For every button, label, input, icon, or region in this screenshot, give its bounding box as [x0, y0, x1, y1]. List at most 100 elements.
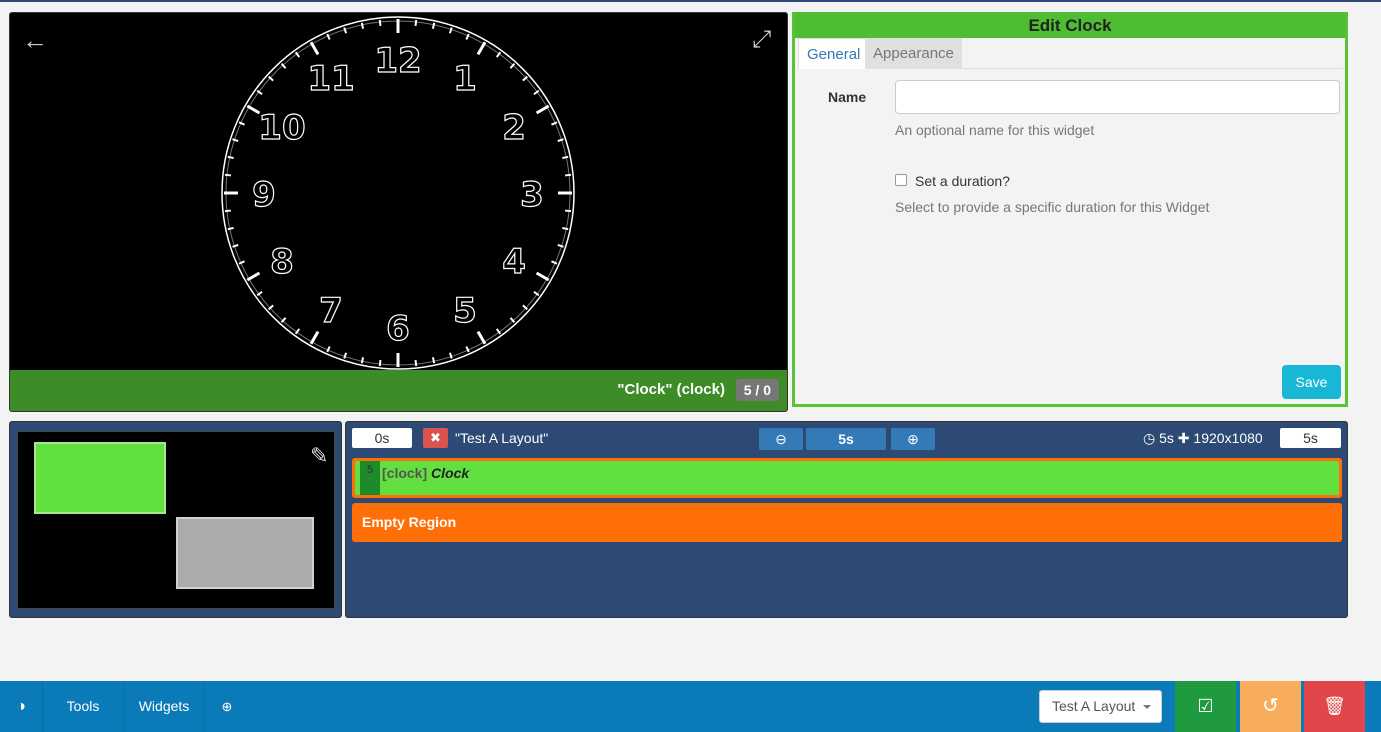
clock-tick — [224, 209, 232, 213]
clock-tick — [360, 357, 365, 364]
clock-numeral: 8 — [270, 242, 294, 282]
widget-duration: 5 — [360, 461, 380, 495]
clock-tick — [232, 243, 239, 248]
duration-checkbox[interactable] — [895, 174, 907, 186]
clock-tick — [564, 209, 572, 213]
save-button[interactable]: Save — [1282, 365, 1341, 399]
undo-icon: ↺ — [1262, 695, 1279, 717]
publish-button[interactable]: ☑ — [1175, 681, 1236, 732]
close-icon: ✖ — [430, 430, 441, 445]
clock-tick — [557, 138, 564, 143]
clock-tick — [535, 104, 550, 115]
clock-tick — [414, 359, 418, 367]
layout-name: "Test A Layout" — [455, 430, 549, 446]
clock-tick — [360, 22, 365, 29]
name-input[interactable] — [895, 80, 1340, 114]
tab-bar: General Appearance — [798, 38, 1343, 69]
clock-tick — [309, 330, 320, 345]
widget-title: [clock] Clock — [382, 465, 469, 481]
clock-tick — [343, 352, 348, 359]
layout-info: ◷ 5s ✚ 1920x1080 — [1143, 430, 1263, 447]
clock-tick — [431, 357, 436, 364]
expand-icon[interactable]: ⤢ — [752, 27, 778, 53]
clock-tick — [378, 359, 382, 367]
clock-tick — [227, 226, 234, 231]
top-accent-line — [0, 0, 1381, 2]
clock-numeral: 12 — [374, 41, 421, 81]
clock-tick — [343, 27, 348, 34]
timeline-region-clock[interactable]: 5 [clock] Clock — [352, 458, 1342, 498]
clock-numeral: 10 — [258, 108, 305, 148]
clock-tick — [476, 41, 487, 56]
timeline-region-empty[interactable]: Empty Region — [352, 503, 1342, 542]
analog-clock-face: 12 12 3 45 6 78 9 1011 — [221, 16, 575, 370]
timeline-start: 0s — [352, 428, 412, 448]
clock-tick — [448, 352, 453, 359]
clock-tick — [562, 155, 569, 160]
revert-button[interactable]: ↺ — [1240, 681, 1301, 732]
widget-name: Clock — [431, 465, 470, 481]
layout-select-value: Test A Layout — [1052, 698, 1136, 714]
clock-tick — [232, 138, 239, 143]
clock-numeral: 2 — [502, 108, 526, 148]
name-help-text: An optional name for this widget — [895, 122, 1095, 138]
clock-numeral: 9 — [252, 175, 276, 215]
duration-help-text: Select to provide a specific duration fo… — [895, 199, 1210, 215]
trash-icon: 🗑 — [1323, 696, 1346, 716]
clock-tick — [227, 155, 234, 160]
delete-layout-button[interactable]: ✖ — [423, 428, 448, 448]
layout-preview: ✎ — [9, 421, 342, 618]
zoom-out-button[interactable]: ⊖ — [759, 428, 803, 450]
clock-tick — [448, 27, 453, 34]
layout-duration: 5s — [1159, 430, 1174, 446]
viewer-footer: "Clock" (clock) 5 / 0 — [10, 370, 787, 411]
timeline-panel: 0s ✖ "Test A Layout" ⊖ 5s ⊕ ◷ 5s ✚ 1920x… — [345, 421, 1348, 618]
clock-numeral: 4 — [502, 242, 526, 282]
edit-icon[interactable]: ✎ — [310, 444, 336, 468]
widget-count-badge: 5 / 0 — [735, 379, 779, 401]
clock-numeral: 3 — [520, 175, 544, 215]
clock-tick — [224, 173, 232, 177]
clock-tick — [414, 19, 418, 27]
clock-numeral: 5 — [453, 291, 477, 331]
zoom-icon[interactable]: ⊕ — [205, 681, 249, 732]
move-icon: ✚ — [1177, 430, 1190, 446]
timeline-scale[interactable]: 5s — [806, 428, 886, 450]
tab-appearance[interactable]: Appearance — [865, 38, 962, 69]
layout-select[interactable]: Test A Layout — [1039, 690, 1162, 723]
zoom-out-icon: ⊖ — [775, 431, 787, 447]
caret-down-icon — [1143, 705, 1151, 709]
zoom-in-icon: ⊕ — [907, 431, 919, 447]
arrow-left-icon[interactable]: ← — [22, 27, 48, 53]
clock-tick — [562, 226, 569, 231]
clock-tick — [378, 19, 382, 27]
clock-tick — [557, 243, 564, 248]
preview-canvas: ✎ — [17, 431, 335, 609]
panel-title: Edit Clock — [795, 12, 1345, 38]
layout-viewer: ← ⤢ 12 1 2 3 4 5 6 7 8 9 10 11 "Clock" (clock) 5 / … — [9, 12, 788, 412]
zoom-in-button[interactable]: ⊕ — [891, 428, 935, 450]
duration-checkbox-label[interactable]: Set a duration? — [915, 173, 1010, 189]
clock-tick — [564, 173, 572, 177]
delete-button[interactable]: 🗑 — [1304, 681, 1365, 732]
preview-region-empty[interactable] — [176, 517, 314, 589]
widgets-button[interactable]: Widgets — [124, 681, 205, 732]
edit-widget-panel: Edit Clock General Appearance Name An op… — [792, 12, 1348, 407]
clock-tick — [535, 271, 550, 282]
clock-tick — [431, 22, 436, 29]
tab-general[interactable]: General — [798, 38, 870, 69]
bottom-toolbar: ◑ Tools Widgets ⊕ Test A Layout ☑ ↺ 🗑 — [0, 681, 1381, 732]
preview-region-clock[interactable] — [34, 442, 166, 514]
toggle-icon[interactable]: ◑ — [0, 681, 42, 732]
widget-label: "Clock" (clock) — [617, 381, 725, 398]
clock-icon: ◷ — [1143, 430, 1156, 446]
toolbar-edge — [1375, 681, 1381, 732]
timeline-widget-clock[interactable]: 5 [clock] Clock — [355, 461, 1339, 495]
widget-type: [clock] — [382, 465, 428, 481]
clock-tick — [476, 330, 487, 345]
clock-numeral: 6 — [386, 309, 410, 349]
clock-numeral: 1 — [453, 59, 477, 99]
layout-resolution: 1920x1080 — [1193, 430, 1263, 446]
name-label: Name — [828, 89, 867, 105]
tools-button[interactable]: Tools — [42, 681, 124, 732]
